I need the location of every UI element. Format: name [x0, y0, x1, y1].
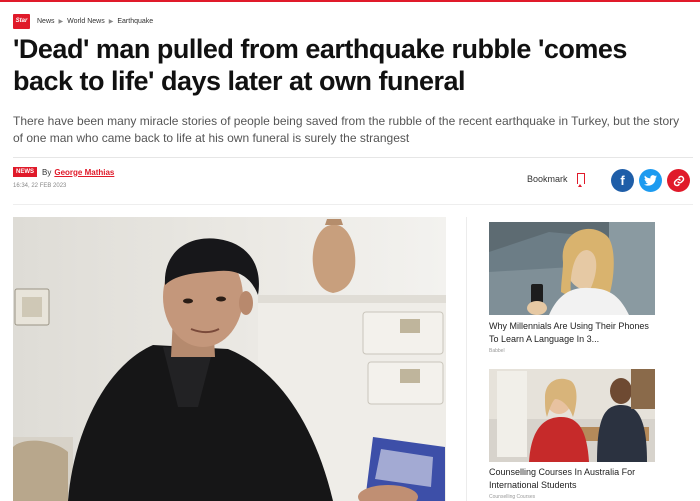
- chevron-right-icon: ▶: [58, 18, 64, 25]
- divider: [13, 157, 693, 158]
- byline: NEWS By George Mathias: [13, 167, 114, 177]
- article-hero-image[interactable]: [13, 217, 446, 501]
- divider: [13, 204, 693, 205]
- promo-image-counselling[interactable]: [489, 369, 655, 462]
- bookmark-icon: [576, 173, 585, 187]
- woman-with-phone-photo: [489, 222, 655, 315]
- counselling-session-photo: [489, 369, 655, 462]
- standfirst-line-1: There have been many miracle stories of …: [13, 114, 680, 128]
- facebook-share-button[interactable]: f: [611, 169, 634, 192]
- chevron-right-icon: ▶: [108, 18, 114, 25]
- promo-image-phone-learning[interactable]: [489, 222, 655, 315]
- promo-sponsor-counselling: Counselling Courses: [489, 494, 536, 500]
- publish-date: 16:34, 22 FEB 2023: [13, 183, 67, 189]
- link-icon: [673, 175, 684, 186]
- breadcrumb-earthquake[interactable]: Earthquake: [117, 18, 153, 25]
- by-label: By: [42, 167, 52, 177]
- breadcrumb-world-news[interactable]: World News: [67, 18, 105, 25]
- twitter-share-button[interactable]: [639, 169, 662, 192]
- promo-sponsor-babbel: Babbel: [489, 348, 505, 354]
- bookmark-label: Bookmark: [527, 173, 568, 184]
- promo-title-phone-learning[interactable]: Why Millennials Are Using Their Phones T…: [489, 320, 659, 346]
- twitter-icon: [644, 175, 657, 186]
- site-logo[interactable]: Star: [13, 13, 30, 29]
- facebook-icon: f: [620, 173, 625, 188]
- breadcrumb: Star News ▶ World News ▶ Earthquake: [13, 13, 157, 29]
- top-accent-bar: [0, 0, 700, 2]
- standfirst-line-2: of one man who came back to life at his …: [13, 131, 410, 145]
- author-link[interactable]: George Mathias: [54, 168, 114, 177]
- article-headline: 'Dead' man pulled from earthquake rubble…: [13, 34, 627, 96]
- man-photo: [13, 217, 446, 501]
- bookmark-button[interactable]: Bookmark: [527, 173, 585, 187]
- breadcrumb-news[interactable]: News: [37, 18, 55, 25]
- copy-link-button[interactable]: [667, 169, 690, 192]
- promo-title-counselling[interactable]: Counselling Courses In Australia For Int…: [489, 466, 659, 492]
- news-badge: NEWS: [13, 167, 37, 177]
- sidebar-divider: [466, 217, 467, 501]
- article-standfirst: There have been many miracle stories of …: [13, 113, 700, 147]
